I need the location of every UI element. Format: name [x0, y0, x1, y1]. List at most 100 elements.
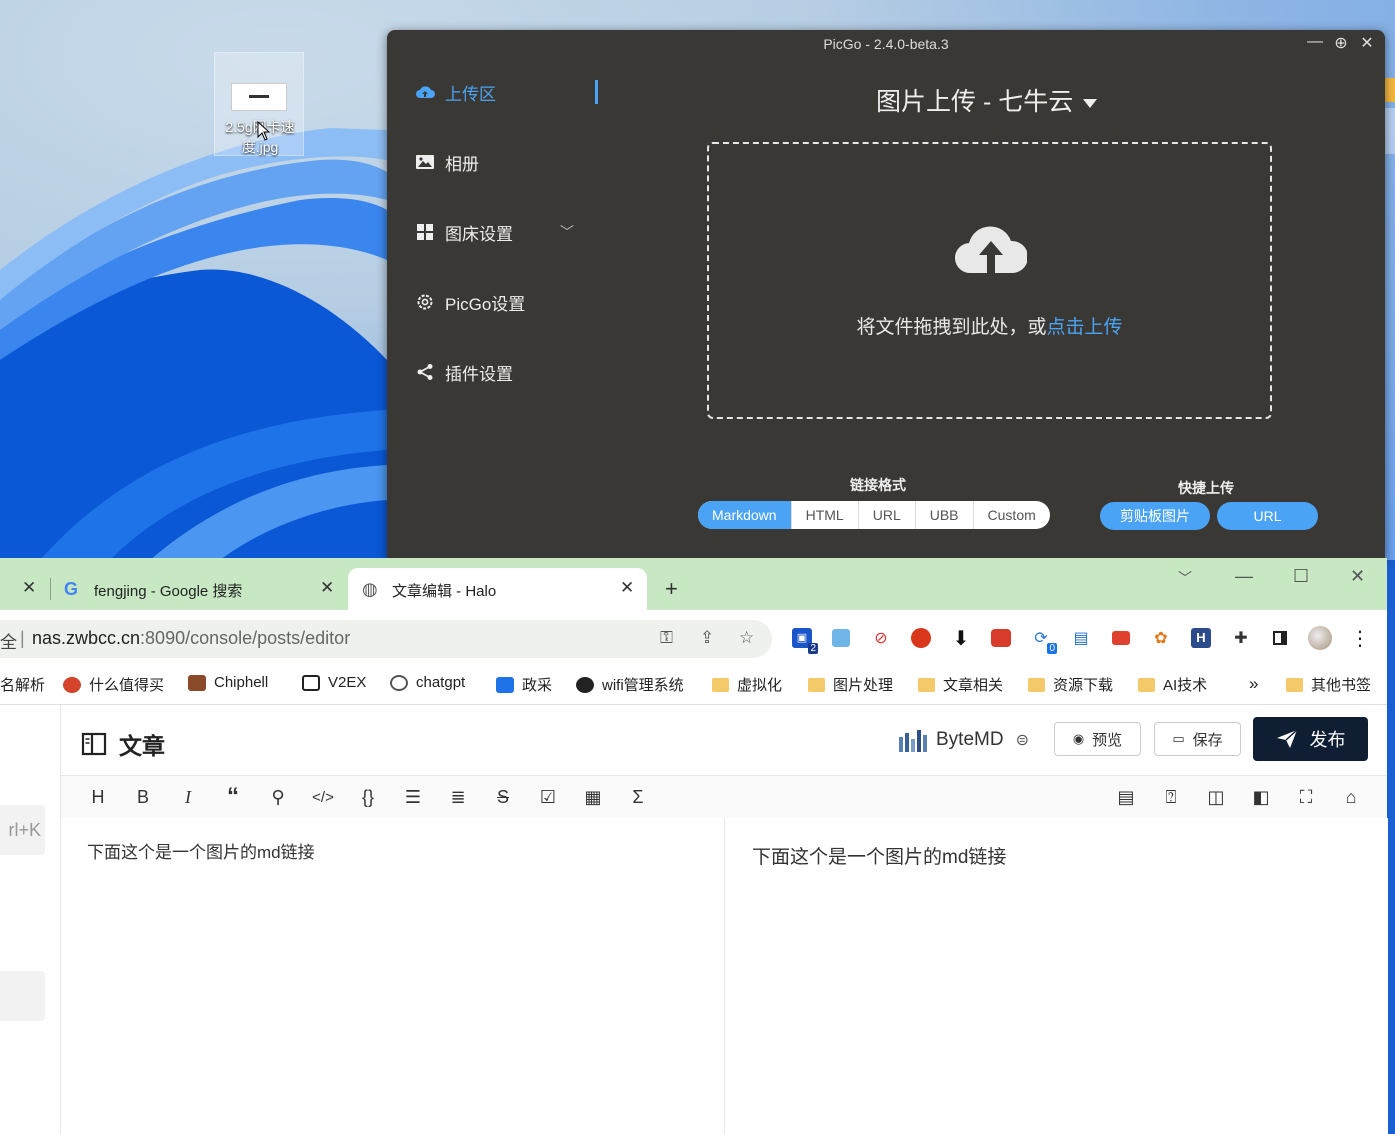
side-panel-icon[interactable]: [1268, 626, 1292, 650]
site-info-label[interactable]: 全: [0, 628, 17, 653]
click-upload-link[interactable]: 点击上传: [1047, 317, 1123, 338]
bookmark-item[interactable]: Chiphell: [188, 674, 268, 691]
extension-sync-icon[interactable]: ⟳ 0: [1029, 626, 1057, 654]
bookmark-item[interactable]: 名解析: [0, 674, 45, 695]
bold-icon[interactable]: B: [130, 784, 156, 810]
write-only-icon[interactable]: ◫: [1203, 784, 1229, 810]
avatar[interactable]: [1308, 626, 1332, 650]
extension-translate-icon[interactable]: ✿: [1149, 626, 1173, 650]
format-markdown[interactable]: Markdown: [698, 501, 791, 529]
extension-h-icon[interactable]: H: [1189, 626, 1213, 650]
close-icon[interactable]: ✕: [320, 578, 334, 598]
close-icon[interactable]: ✕: [22, 578, 36, 598]
close-icon[interactable]: ✕: [1350, 566, 1365, 587]
extension-adblock-icon[interactable]: [909, 626, 933, 650]
publish-button[interactable]: 发布: [1253, 717, 1368, 761]
search-shortcut[interactable]: rl+K: [0, 805, 45, 855]
extension-window-icon[interactable]: ▤: [1069, 626, 1093, 650]
italic-icon[interactable]: I: [175, 784, 201, 810]
tab-halo-editor[interactable]: ◍ 文章编辑 - Halo ✕: [348, 568, 647, 610]
format-ubb[interactable]: UBB: [914, 501, 973, 529]
bookmark-item[interactable]: chatgpt: [390, 674, 465, 691]
star-icon[interactable]: ☆: [739, 628, 754, 648]
bookmark-folder[interactable]: 虚拟化: [712, 674, 782, 695]
heading-icon[interactable]: H: [85, 784, 111, 810]
desktop-icon-partial[interactable]: [1384, 108, 1395, 154]
format-html[interactable]: HTML: [790, 501, 858, 529]
bookmarks-bar: 名解析 什么值得买 Chiphell V2EX chatgpt 政采 wifi管…: [0, 666, 1387, 705]
download-icon[interactable]: ⬇: [949, 626, 973, 650]
help-icon[interactable]: ⍰: [1158, 784, 1184, 810]
link-icon[interactable]: ⚲: [265, 784, 291, 810]
table-icon[interactable]: ▦: [580, 784, 606, 810]
task-list-icon[interactable]: ☑: [535, 784, 561, 810]
bookmark-folder[interactable]: 资源下载: [1028, 674, 1113, 695]
editor-switcher[interactable]: ByteMD ⊜: [898, 727, 1029, 753]
folder-icon: [1138, 677, 1155, 692]
key-icon[interactable]: ⚿: [660, 628, 673, 648]
code-icon[interactable]: </>: [310, 784, 336, 810]
extensions-puzzle-icon[interactable]: ✚: [1229, 626, 1253, 650]
bookmark-item[interactable]: wifi管理系统: [576, 674, 684, 695]
publish-label: 发布: [1309, 730, 1346, 750]
share-icon[interactable]: ⇪: [700, 628, 714, 648]
extension-bitwarden-icon[interactable]: ▣ 2: [790, 626, 818, 654]
markdown-editor[interactable]: 下面这个是一个图片的md链接: [61, 818, 724, 1134]
clipboard-upload-button[interactable]: 剪贴板图片: [1100, 502, 1210, 530]
unordered-list-icon[interactable]: ☰: [400, 784, 426, 810]
nav-upload[interactable]: 上传区: [415, 80, 605, 104]
extension-block-icon[interactable]: ⊘: [869, 626, 893, 650]
sidebar-item[interactable]: [0, 971, 45, 1021]
editor-content[interactable]: 下面这个是一个图片的md链接: [87, 838, 315, 863]
bookmark-folder[interactable]: 其他书签: [1286, 674, 1371, 695]
bookmark-item[interactable]: 什么值得买: [63, 674, 164, 695]
preview-label: 预览: [1092, 731, 1123, 749]
preview-button[interactable]: ◉ 预览: [1054, 722, 1141, 756]
fullscreen-icon[interactable]: ⛶: [1293, 784, 1319, 810]
minimize-icon[interactable]: —: [1307, 33, 1323, 53]
bookmark-item[interactable]: V2EX: [302, 674, 366, 691]
bookmark-item[interactable]: 政采: [496, 674, 552, 695]
github-icon[interactable]: ⌂: [1338, 784, 1364, 810]
more-menu-icon[interactable]: ⋮: [1348, 626, 1372, 650]
url-text[interactable]: nas.zwbcc.cn:8090/console/posts/editor: [32, 628, 350, 649]
extension-screenshot-icon[interactable]: [829, 626, 853, 650]
ordered-list-icon[interactable]: ≣: [445, 784, 471, 810]
upload-dropzone[interactable]: 将文件拖拽到此处，或点击上传: [707, 142, 1272, 419]
active-indicator: [595, 80, 598, 104]
close-icon[interactable]: ✕: [620, 578, 634, 598]
extension-tampermonkey-icon[interactable]: [989, 626, 1013, 650]
math-icon[interactable]: Σ: [625, 784, 651, 810]
tab-google-search[interactable]: G fengjing - Google 搜索 ✕: [52, 568, 344, 610]
tab-search-icon[interactable]: ﹀: [1178, 568, 1192, 588]
url-upload-button[interactable]: URL: [1217, 502, 1318, 530]
bookmark-folder[interactable]: 图片处理: [808, 674, 893, 695]
bookmark-folder[interactable]: AI技术: [1138, 674, 1207, 695]
maximize-icon[interactable]: ☐: [1293, 566, 1309, 587]
nav-picgo-settings[interactable]: PicGo设置: [415, 290, 605, 314]
close-icon[interactable]: ✕: [1359, 33, 1375, 53]
code-block-icon[interactable]: {}: [355, 784, 381, 810]
table-of-contents-icon[interactable]: ▤: [1113, 784, 1139, 810]
format-url[interactable]: URL: [857, 501, 915, 529]
nav-album[interactable]: 相册: [415, 150, 605, 174]
markdown-toolbar: H B I “ ⚲ </> {} ☰ ≣ S ☑ ▦ Σ ▤ ⍰ ◫ ◧ ⛶ ⌂: [61, 776, 1387, 819]
format-custom[interactable]: Custom: [972, 501, 1050, 529]
upload-target-dropdown[interactable]: 图片上传 - 七牛云: [876, 82, 1098, 118]
bookmark-folder[interactable]: 文章相关: [918, 674, 1003, 695]
tab-title: fengjing - Google 搜索: [94, 583, 243, 600]
nav-bed-settings[interactable]: 图床设置 ﹀: [415, 220, 605, 244]
strikethrough-icon[interactable]: S: [490, 784, 516, 810]
minimize-icon[interactable]: —: [1235, 566, 1253, 587]
new-tab-button[interactable]: +: [665, 576, 678, 602]
extension-camera-icon[interactable]: [1109, 626, 1133, 650]
bookmarks-overflow-button[interactable]: »: [1249, 674, 1258, 694]
preview-only-icon[interactable]: ◧: [1248, 784, 1274, 810]
add-circle-icon[interactable]: ⊕: [1333, 33, 1349, 53]
cloud-upload-icon: [415, 82, 435, 102]
nav-plugin-settings[interactable]: 插件设置: [415, 360, 605, 384]
markdown-preview: 下面这个是一个图片的md链接: [724, 818, 1388, 1134]
quote-icon[interactable]: “: [220, 783, 246, 810]
save-button[interactable]: ▭ 保存: [1154, 722, 1241, 756]
address-bar[interactable]: 全 | nas.zwbcc.cn:8090/console/posts/edit…: [0, 620, 772, 658]
